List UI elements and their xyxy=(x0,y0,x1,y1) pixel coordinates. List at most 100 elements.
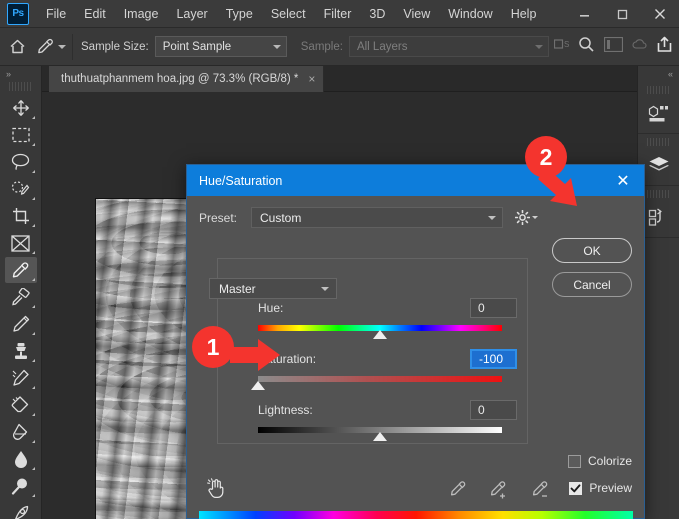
chevron-down-icon xyxy=(321,286,329,291)
menu-item-edit[interactable]: Edit xyxy=(75,4,115,24)
preset-row: Preset: Custom xyxy=(199,206,632,229)
menu-item-window[interactable]: Window xyxy=(439,4,501,24)
workspace-icon[interactable] xyxy=(603,36,624,57)
panel-drag-grip[interactable] xyxy=(647,86,670,94)
eraser-tool[interactable] xyxy=(5,392,37,418)
properties-panel-icon[interactable] xyxy=(643,99,675,127)
chevron-down-icon[interactable] xyxy=(58,44,66,49)
cancel-button[interactable]: Cancel xyxy=(552,272,632,297)
tool-more-indicator xyxy=(31,386,35,389)
menu-item-image[interactable]: Image xyxy=(115,4,168,24)
clone-stamp-tool[interactable] xyxy=(5,338,37,364)
lightness-value-field[interactable]: 0 xyxy=(470,400,517,420)
close-icon[interactable] xyxy=(641,0,679,28)
quick-selection-tool[interactable] xyxy=(5,176,37,202)
panel-group-properties xyxy=(638,86,679,134)
eyedropper-icon xyxy=(38,38,53,54)
panel-drag-grip[interactable] xyxy=(647,190,670,198)
menu-item-layer[interactable]: Layer xyxy=(167,4,216,24)
preset-value: Custom xyxy=(260,210,302,225)
preview-checkbox[interactable] xyxy=(569,481,583,495)
saturation-slider-track[interactable] xyxy=(251,375,502,390)
search-icon[interactable] xyxy=(578,36,595,58)
blur-tool[interactable] xyxy=(5,446,37,472)
menu-item-file[interactable]: File xyxy=(37,4,75,24)
dialog-title-bar[interactable]: Hue/Saturation ✕ xyxy=(187,165,644,196)
svg-text:S: S xyxy=(564,40,569,49)
tool-more-indicator xyxy=(31,332,35,335)
sample-size-select[interactable]: Point Sample xyxy=(154,36,287,57)
eyedropper-sample-icon[interactable] xyxy=(449,480,467,505)
menu-item-filter[interactable]: Filter xyxy=(315,4,361,24)
ok-button[interactable]: OK xyxy=(552,238,632,263)
gradient-tool[interactable] xyxy=(5,419,37,445)
colorize-label: Colorize xyxy=(587,454,632,468)
spot-healing-brush-tool[interactable] xyxy=(5,284,37,310)
maximize-icon[interactable] xyxy=(603,0,641,28)
sample-select[interactable]: All Layers xyxy=(348,36,549,57)
eyedropper-subtract-icon[interactable] xyxy=(531,480,551,505)
hue-slider-handle[interactable] xyxy=(373,330,387,339)
layers-panel-icon[interactable] xyxy=(643,151,675,179)
dodge-tool[interactable] xyxy=(5,473,37,499)
brush-tool[interactable] xyxy=(5,311,37,337)
hue-label: Hue: xyxy=(258,301,284,315)
menu-item-help[interactable]: Help xyxy=(502,4,546,24)
minimize-icon[interactable] xyxy=(565,0,603,28)
preview-label: Preview xyxy=(589,481,632,495)
dialog-title: Hue/Saturation xyxy=(199,173,283,188)
sample-size-label: Sample Size: xyxy=(81,40,149,53)
collapse-toolbar-button[interactable]: » xyxy=(0,66,41,82)
overlay-icon[interactable]: S xyxy=(553,38,569,56)
move-tool[interactable] xyxy=(5,95,37,121)
eyedropper-add-icon[interactable] xyxy=(489,480,509,505)
expand-panels-button[interactable]: « xyxy=(638,66,679,82)
panel-drag-grip[interactable] xyxy=(647,138,670,146)
menu-item-3d[interactable]: 3D xyxy=(360,4,394,24)
cloud-icon[interactable] xyxy=(632,38,647,56)
history-panel-icon[interactable] xyxy=(643,203,675,231)
frame-tool[interactable] xyxy=(5,230,37,256)
rectangular-marquee-tool[interactable] xyxy=(5,122,37,148)
tool-more-indicator xyxy=(31,359,35,362)
on-image-adjustment-icon[interactable] xyxy=(207,478,226,503)
eyedropper-group xyxy=(449,480,551,505)
channel-select[interactable]: Master xyxy=(209,278,337,299)
eyedropper-tool[interactable] xyxy=(4,257,37,283)
chevron-down-icon xyxy=(532,216,538,219)
lightness-label: Lightness: xyxy=(258,403,313,417)
lightness-slider-track[interactable] xyxy=(258,426,502,441)
preset-select[interactable]: Custom xyxy=(251,207,503,228)
menu-item-select[interactable]: Select xyxy=(262,4,315,24)
menu-bar: Ps File Edit Image Layer Type Select Fil… xyxy=(0,0,679,28)
hue-value-field[interactable]: 0 xyxy=(470,298,517,318)
home-icon[interactable] xyxy=(0,38,34,55)
share-icon[interactable] xyxy=(656,36,673,58)
tools-panel: » xyxy=(0,66,42,519)
pen-tool[interactable] xyxy=(5,500,37,519)
saturation-value-field[interactable]: -100 xyxy=(470,349,517,369)
history-brush-tool[interactable] xyxy=(5,365,37,391)
saturation-row: Saturation: -100 xyxy=(218,348,529,370)
toolbar-drag-grip[interactable] xyxy=(9,82,32,91)
gear-icon[interactable] xyxy=(515,210,538,225)
preview-checkbox-row[interactable]: Preview xyxy=(569,481,632,495)
active-tool-preset[interactable] xyxy=(34,33,73,60)
menu-item-view[interactable]: View xyxy=(394,4,439,24)
close-icon[interactable]: × xyxy=(308,73,315,85)
tool-more-indicator xyxy=(31,197,35,200)
crop-tool[interactable] xyxy=(5,203,37,229)
lightness-row: Lightness: 0 xyxy=(218,399,529,421)
close-icon[interactable]: ✕ xyxy=(602,165,644,196)
colorize-checkbox-row[interactable]: Colorize xyxy=(567,454,632,468)
tool-more-indicator xyxy=(31,224,35,227)
colorize-checkbox[interactable] xyxy=(567,454,581,468)
lightness-slider-handle[interactable] xyxy=(373,432,387,441)
menu-item-type[interactable]: Type xyxy=(217,4,262,24)
document-tab[interactable]: thuthuatphanmem hoa.jpg @ 73.3% (RGB/8) … xyxy=(49,66,325,92)
lasso-tool[interactable] xyxy=(5,149,37,175)
saturation-slider-handle[interactable] xyxy=(251,381,265,390)
tool-more-indicator xyxy=(31,413,35,416)
hue-slider-track[interactable] xyxy=(258,324,502,339)
saturation-gradient-bar xyxy=(258,376,502,382)
